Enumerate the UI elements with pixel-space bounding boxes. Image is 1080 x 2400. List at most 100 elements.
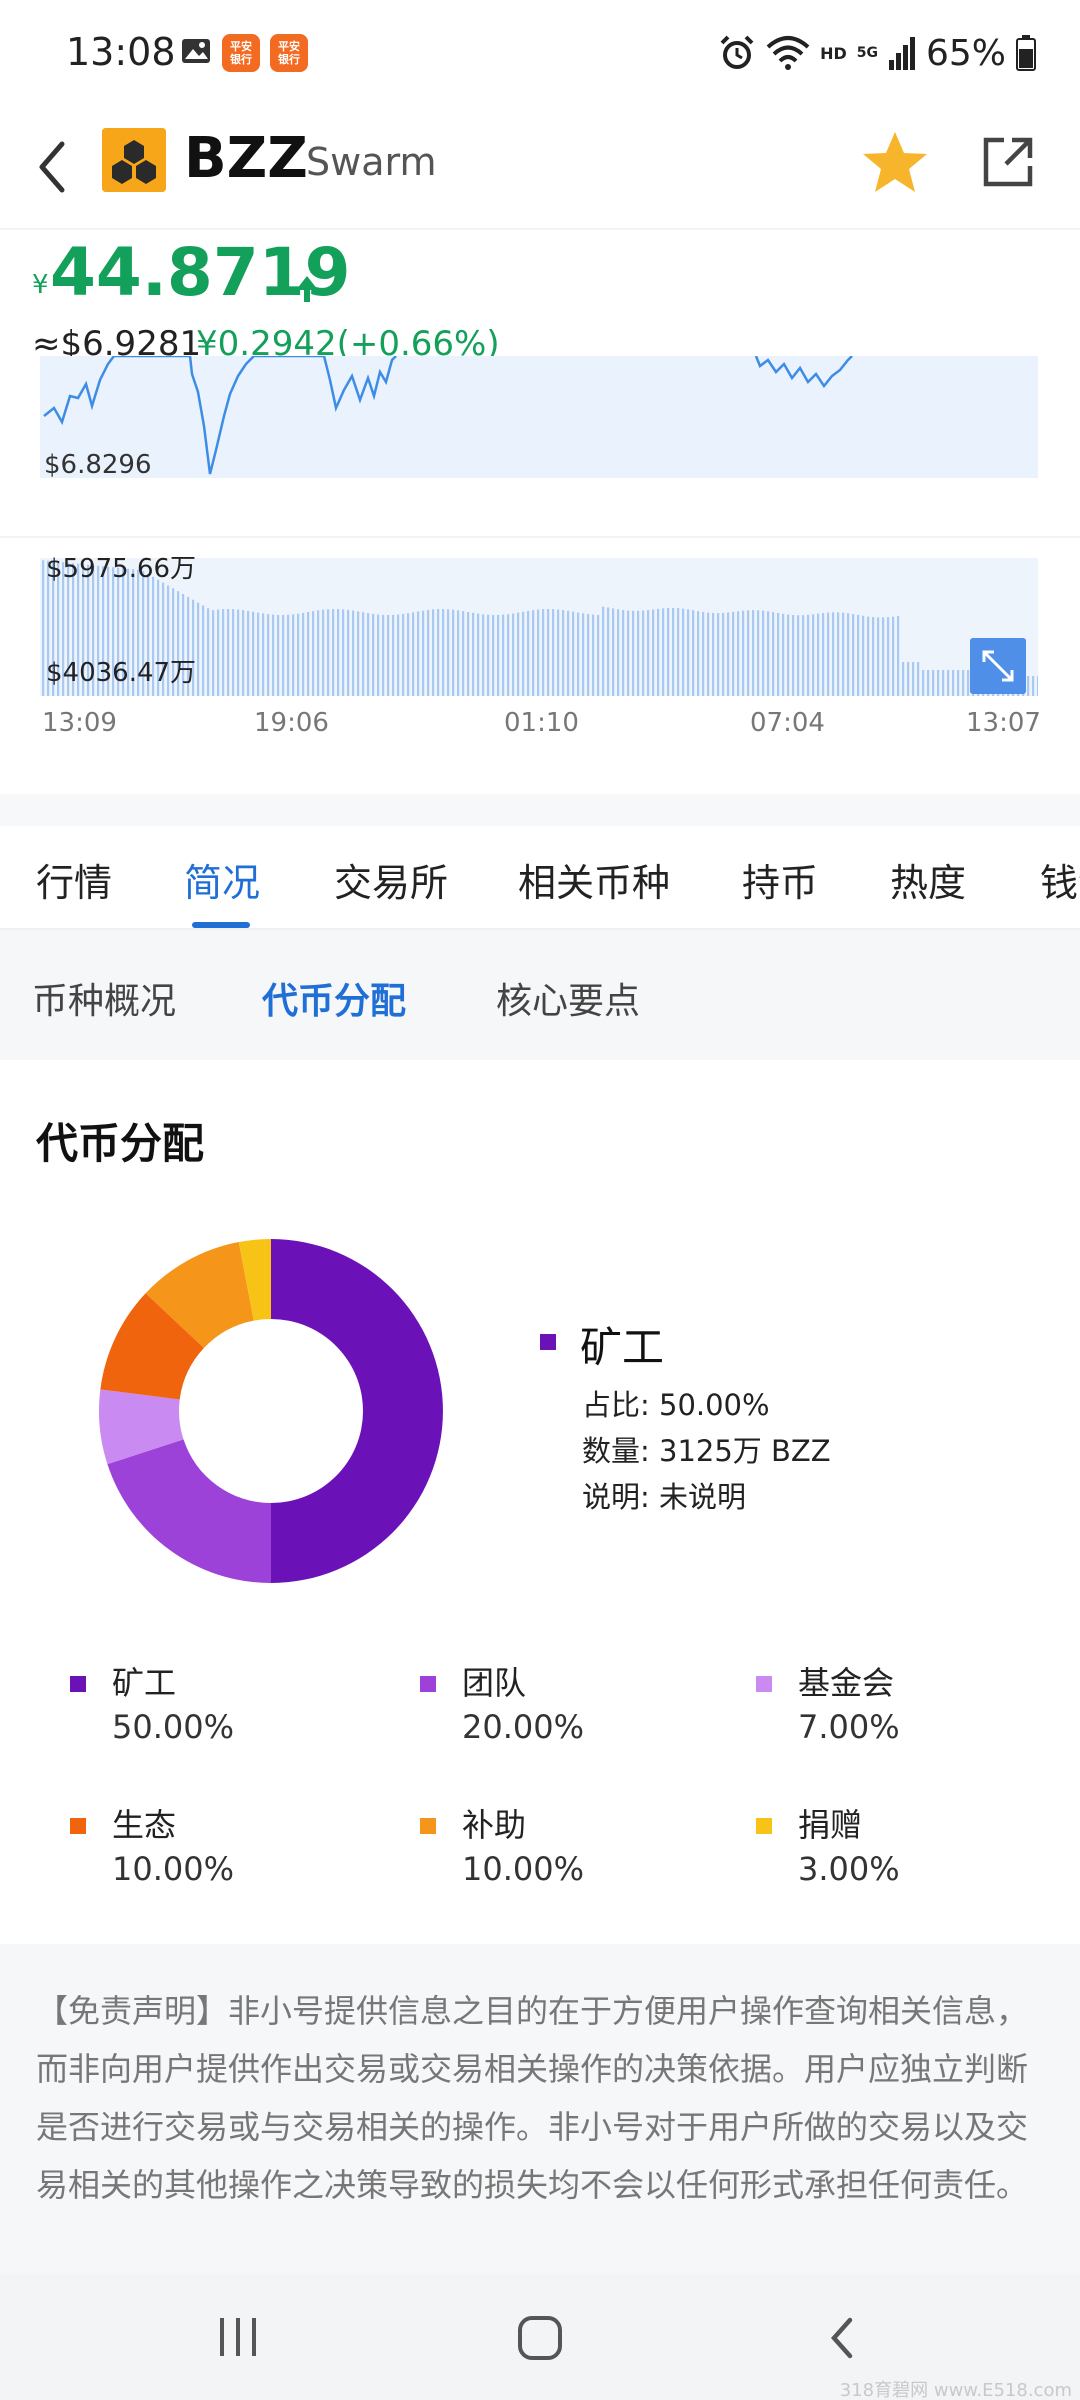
- volume-bar: [287, 614, 290, 696]
- volume-bar: [367, 613, 370, 696]
- volume-high-label: $5975.66万: [46, 554, 197, 584]
- legend-name: 捐赠: [798, 1806, 863, 1844]
- home-icon[interactable]: [516, 2314, 564, 2362]
- volume-bar: [327, 609, 330, 696]
- donut-slice-1[interactable]: [107, 1439, 272, 1583]
- detail-note: 说明: 未说明: [582, 1480, 746, 1514]
- price-line-chart[interactable]: [40, 356, 1038, 478]
- volume-bar: [687, 609, 690, 696]
- volume-bar: [257, 612, 260, 696]
- battery-percent: 65%: [925, 32, 1006, 74]
- volume-bar: [907, 662, 910, 696]
- main-tabs: 行情 简况 交易所 相关币种 持币 热度 钱包: [0, 826, 1080, 930]
- distribution-donut-chart[interactable]: [96, 1236, 446, 1586]
- subtab-token-distribution[interactable]: 代币分配: [262, 972, 406, 1024]
- watermark: 318育碧网 www.E518.com: [839, 2380, 1072, 2400]
- volume-bar: [582, 613, 585, 696]
- legend-name: 补助: [462, 1806, 527, 1844]
- volume-bar: [857, 614, 860, 696]
- tab-popularity[interactable]: 热度: [890, 852, 966, 907]
- nav-back-icon[interactable]: [824, 2314, 860, 2362]
- volume-bar: [962, 670, 965, 696]
- volume-bar: [302, 612, 305, 696]
- volume-bar: [412, 612, 415, 696]
- volume-bar: [487, 614, 490, 696]
- legend-name: 矿工: [112, 1664, 177, 1702]
- network-type: 5G: [856, 45, 878, 61]
- tab-related-coins[interactable]: 相关币种: [518, 852, 670, 907]
- alarm-icon: [720, 35, 754, 69]
- price-low-label: $6.8296: [44, 450, 152, 480]
- volume-bar: [362, 612, 365, 696]
- expand-icon[interactable]: [970, 638, 1026, 694]
- volume-bar: [262, 613, 265, 696]
- volume-bar: [742, 610, 745, 696]
- volume-bar: [247, 610, 250, 696]
- volume-bar: [632, 610, 635, 696]
- volume-bar: [897, 616, 900, 696]
- subtab-coin-overview[interactable]: 币种概况: [32, 972, 176, 1024]
- volume-bar: [522, 611, 525, 696]
- legend-item[interactable]: 捐赠 3.00%: [756, 1800, 1056, 1910]
- volume-bar: [417, 611, 420, 696]
- currency-symbol: ¥: [32, 270, 49, 300]
- volume-bar: [952, 670, 955, 696]
- volume-bar: [562, 610, 565, 696]
- volume-bar: [382, 614, 385, 696]
- volume-bar: [342, 609, 345, 696]
- volume-bar: [207, 608, 210, 696]
- back-icon[interactable]: [28, 132, 78, 202]
- tab-wallet[interactable]: 钱包: [1040, 852, 1080, 907]
- tab-overview[interactable]: 简况: [184, 852, 260, 907]
- volume-bar: [1037, 676, 1038, 696]
- share-icon[interactable]: [978, 132, 1038, 192]
- status-indicators: HD 5G 65%: [718, 28, 1036, 78]
- volume-bar: [827, 612, 830, 696]
- volume-bar: [917, 662, 920, 696]
- donut-slice-0[interactable]: [271, 1239, 443, 1583]
- legend-item[interactable]: 基金会 7.00%: [756, 1658, 1056, 1768]
- volume-bar: [312, 611, 315, 696]
- disclaimer-text: 【免责声明】非小号提供信息之目的在于方便用户操作查询相关信息，而非向用户提供作出…: [36, 1992, 1029, 2204]
- tab-holders[interactable]: 持币: [742, 852, 818, 907]
- legend-item[interactable]: 团队 20.00%: [420, 1658, 720, 1768]
- volume-bar: [377, 614, 380, 696]
- volume-bar: [567, 610, 570, 696]
- recent-apps-icon[interactable]: [216, 2316, 260, 2358]
- volume-bar: [542, 609, 545, 696]
- subtab-key-points[interactable]: 核心要点: [496, 972, 640, 1024]
- volume-bar: [762, 610, 765, 696]
- legend-item[interactable]: 矿工 50.00%: [70, 1658, 370, 1768]
- volume-bar: [682, 608, 685, 696]
- volume-bar: [737, 611, 740, 696]
- volume-bar: [402, 613, 405, 696]
- volume-bar: [587, 614, 590, 696]
- volume-bar: [387, 614, 390, 696]
- volume-bar: [477, 613, 480, 696]
- tab-exchanges[interactable]: 交易所: [334, 852, 448, 907]
- legend-value: 3.00%: [798, 1850, 900, 1888]
- volume-bar: [232, 609, 235, 696]
- legend-dot: [420, 1676, 436, 1692]
- tab-market[interactable]: 行情: [36, 852, 112, 907]
- volume-bar: [707, 612, 710, 696]
- volume-bar: [447, 609, 450, 696]
- volume-bar: [672, 607, 675, 696]
- star-icon[interactable]: [860, 128, 930, 198]
- legend-item[interactable]: 生态 10.00%: [70, 1800, 370, 1910]
- legend-dot: [70, 1676, 86, 1692]
- legend-item[interactable]: 补助 10.00%: [420, 1800, 720, 1910]
- volume-bar: [332, 609, 335, 696]
- wifi-icon: [766, 36, 810, 70]
- volume-bar: [637, 610, 640, 696]
- volume-bar: [527, 610, 530, 696]
- legend-dot: [756, 1818, 772, 1834]
- volume-bar: [807, 614, 810, 696]
- volume-bar: [622, 610, 625, 696]
- volume-bar: [282, 614, 285, 696]
- volume-bar: [547, 609, 550, 696]
- legend-value: 20.00%: [462, 1708, 585, 1746]
- volume-bar: [667, 607, 670, 696]
- volume-bar: [712, 612, 715, 696]
- volume-bar: [422, 610, 425, 696]
